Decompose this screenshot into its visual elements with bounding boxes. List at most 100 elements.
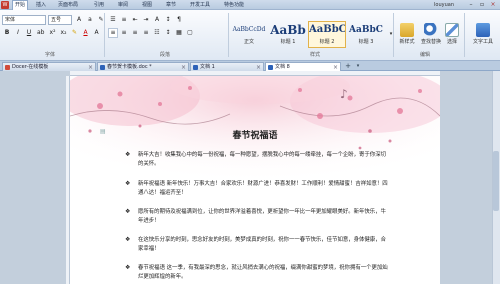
style-heading-1[interactable]: AaBb 标题 1 (269, 21, 307, 48)
bullet-icon: ❖ (125, 151, 131, 158)
italic-icon[interactable]: I (13, 28, 23, 38)
highlight-icon[interactable]: ✎ (70, 28, 80, 38)
paragraph-text: 愿所有的期待及祝福满到位，让你的世界洋溢着喜悦，更祈望你一年比一年更加耀眼美好。… (138, 209, 386, 224)
style-heading-2[interactable]: AaBbC 标题 2 (308, 21, 346, 48)
tab-document-1[interactable]: 文档 1 × (190, 62, 264, 71)
list-item[interactable]: ❖ 春节祝福语 这一季，有我最深的思念，就让风捎去满心的祝福，缀满你甜蜜的梦境，… (125, 264, 390, 281)
tab-spring-card[interactable]: 春节贺卡模板.doc * × (97, 62, 189, 71)
close-icon[interactable]: × (488, 1, 498, 9)
bold-icon[interactable]: B (2, 28, 12, 38)
text-tools-button[interactable]: 文字工具 (468, 23, 498, 45)
char-border-icon[interactable]: A (92, 28, 102, 38)
font-size-select[interactable]: 五号 (48, 14, 72, 25)
list-item[interactable]: ❖ 愿所有的期待及祝福满到位，让你的世界洋溢着喜悦，更祈望你一年比一年更加耀眼美… (125, 208, 390, 225)
paragraph-row-1: ☰ ≡ ⇤ ⇥ A ↕ ¶ (108, 14, 185, 25)
list-item[interactable]: ❖ 新年祝福语 新年快乐！万事大吉！合家欢乐！财源广进！恭喜发财！工作顺利！爱情… (125, 180, 390, 197)
style-sample: AaBbC (349, 25, 383, 35)
tab-label: 文档 8 (275, 64, 290, 70)
align-left-icon[interactable]: ≡ (108, 27, 118, 38)
user-name[interactable]: louyuan (434, 1, 454, 9)
group-label-paragraph: 段落 (159, 52, 170, 58)
new-style-button[interactable]: 新样式 (394, 23, 420, 45)
subscript-icon[interactable]: x₂ (59, 28, 69, 38)
numbered-list-icon[interactable]: ≡ (119, 15, 129, 25)
justify-icon[interactable]: ≡ (141, 28, 151, 38)
paragraph-text: 新年大吉！收集我心中的每一份祝福，每一种愿望，摆脱我心中的每一缕牵挂，每一个企盼… (138, 152, 386, 167)
word-doc-icon (268, 65, 273, 70)
style-name: 标题 3 (358, 39, 374, 45)
bullet-icon: ❖ (125, 236, 131, 243)
app-logo-icon[interactable]: W (1, 1, 9, 9)
grow-font-icon[interactable]: A (74, 15, 84, 25)
align-right-icon[interactable]: ≡ (130, 28, 140, 38)
style-sample: AaBb (270, 23, 306, 37)
menu-review[interactable]: 审阅 (116, 1, 130, 9)
style-normal[interactable]: AaBbCcDd 正文 (230, 21, 268, 48)
select-label: 选择 (446, 39, 457, 45)
increase-indent-icon[interactable]: ⇥ (141, 15, 151, 25)
font-color-icon[interactable]: A (81, 28, 91, 38)
document-page[interactable]: ♪ ▤ 春节祝福语 ❖ 新年大吉！收集我心中的每一份祝福，每一种愿望，摆脱我心中… (70, 76, 440, 284)
style-name: 标题 2 (319, 39, 335, 45)
list-item[interactable]: ❖ 新年大吉！收集我心中的每一份祝福，每一种愿望，摆脱我心中的每一缕牵挂，每一个… (125, 151, 390, 168)
menu-references[interactable]: 引用 (92, 1, 106, 9)
strikethrough-icon[interactable]: ab (35, 28, 47, 38)
shading-icon[interactable]: ▦ (174, 28, 184, 38)
group-separator (228, 13, 229, 57)
show-marks-icon[interactable]: ¶ (174, 15, 184, 25)
sort-icon[interactable]: ↕ (163, 15, 173, 25)
new-style-label: 新样式 (399, 39, 415, 45)
font-row-1: 宋体 五号 A a ✎ (2, 14, 107, 25)
word-doc-icon (193, 65, 198, 70)
scrollbar-thumb[interactable] (493, 151, 499, 211)
font-name-select[interactable]: 宋体 (2, 14, 46, 25)
svg-text:♪: ♪ (340, 87, 348, 101)
paragraph-text: 在这快乐分享的时刻，思念好友的时刻，美梦成真的时刻，祝你一一春节快乐，佳节如意，… (138, 237, 386, 252)
vertical-scrollbar[interactable] (492, 71, 500, 284)
superscript-icon[interactable]: x² (48, 28, 58, 38)
bullet-icon: ❖ (125, 264, 131, 271)
restore-icon[interactable]: ▫ (477, 1, 487, 9)
new-tab-icon[interactable]: + (343, 62, 353, 71)
style-name: 标题 1 (280, 39, 296, 45)
docer-icon (5, 65, 10, 70)
distributed-icon[interactable]: ☷ (152, 28, 162, 38)
underline-icon[interactable]: U (24, 28, 34, 38)
find-replace-button[interactable]: 查找替换 (418, 23, 444, 45)
select-button[interactable]: 选择 (442, 23, 462, 45)
decrease-indent-icon[interactable]: ⇤ (130, 15, 140, 25)
menu-features[interactable]: 特色功能 (222, 1, 246, 9)
chinese-layout-icon[interactable]: A (152, 15, 162, 25)
border-icon[interactable]: ▢ (185, 28, 195, 38)
list-item[interactable]: ❖ 在这快乐分享的时刻，思念好友的时刻，美梦成真的时刻，祝你一一春节快乐，佳节如… (125, 236, 390, 253)
align-center-icon[interactable]: ≡ (119, 28, 129, 38)
menu-developer[interactable]: 开发工具 (188, 1, 212, 9)
ribbon: 宋体 五号 A a ✎ B I U ab x² x₂ ✎ A A 字体 ☰ ≡ … (0, 10, 500, 61)
tab-label: 文档 1 (200, 64, 215, 70)
tab-label: Docer-在线模板 (12, 64, 49, 70)
style-sample: AaBbCcDd (232, 26, 266, 33)
tab-list-icon[interactable]: ▾ (353, 62, 363, 71)
select-icon (445, 23, 459, 37)
menu-view[interactable]: 视图 (140, 1, 154, 9)
bullet-icon: ❖ (125, 208, 131, 215)
find-replace-icon (424, 23, 438, 37)
document-title[interactable]: 春节祝福语 (70, 128, 440, 141)
menu-insert[interactable]: 插入 (34, 1, 48, 9)
paragraph-row-2: ≡ ≡ ≡ ≡ ☷ ↕ ▦ ▢ (108, 27, 196, 38)
group-label-styles: 样式 (309, 52, 320, 58)
bullet-list-icon[interactable]: ☰ (108, 15, 118, 25)
tab-label: 春节贺卡模板.doc * (107, 64, 152, 70)
style-sample: AaBbC (309, 24, 345, 35)
style-heading-3[interactable]: AaBbC 标题 3 (347, 21, 385, 48)
menu-bar: W 开始 插入 页面布局 引用 审阅 视图 章节 开发工具 特色功能 louyu… (0, 0, 500, 10)
paragraph-text: 春节祝福语 这一季，有我最深的思念，就让风捎去满心的祝福，缀满你甜蜜的梦境，祝你… (138, 265, 388, 280)
menu-home[interactable]: 开始 (12, 0, 29, 10)
new-style-icon (400, 23, 414, 37)
menu-page-layout[interactable]: 页面布局 (56, 1, 80, 9)
minimize-icon[interactable]: – (466, 1, 476, 9)
tab-docer-templates[interactable]: Docer-在线模板 × (2, 62, 96, 71)
menu-chapter[interactable]: 章节 (164, 1, 178, 9)
shrink-font-icon[interactable]: a (85, 15, 95, 25)
line-spacing-icon[interactable]: ↕ (163, 28, 173, 38)
